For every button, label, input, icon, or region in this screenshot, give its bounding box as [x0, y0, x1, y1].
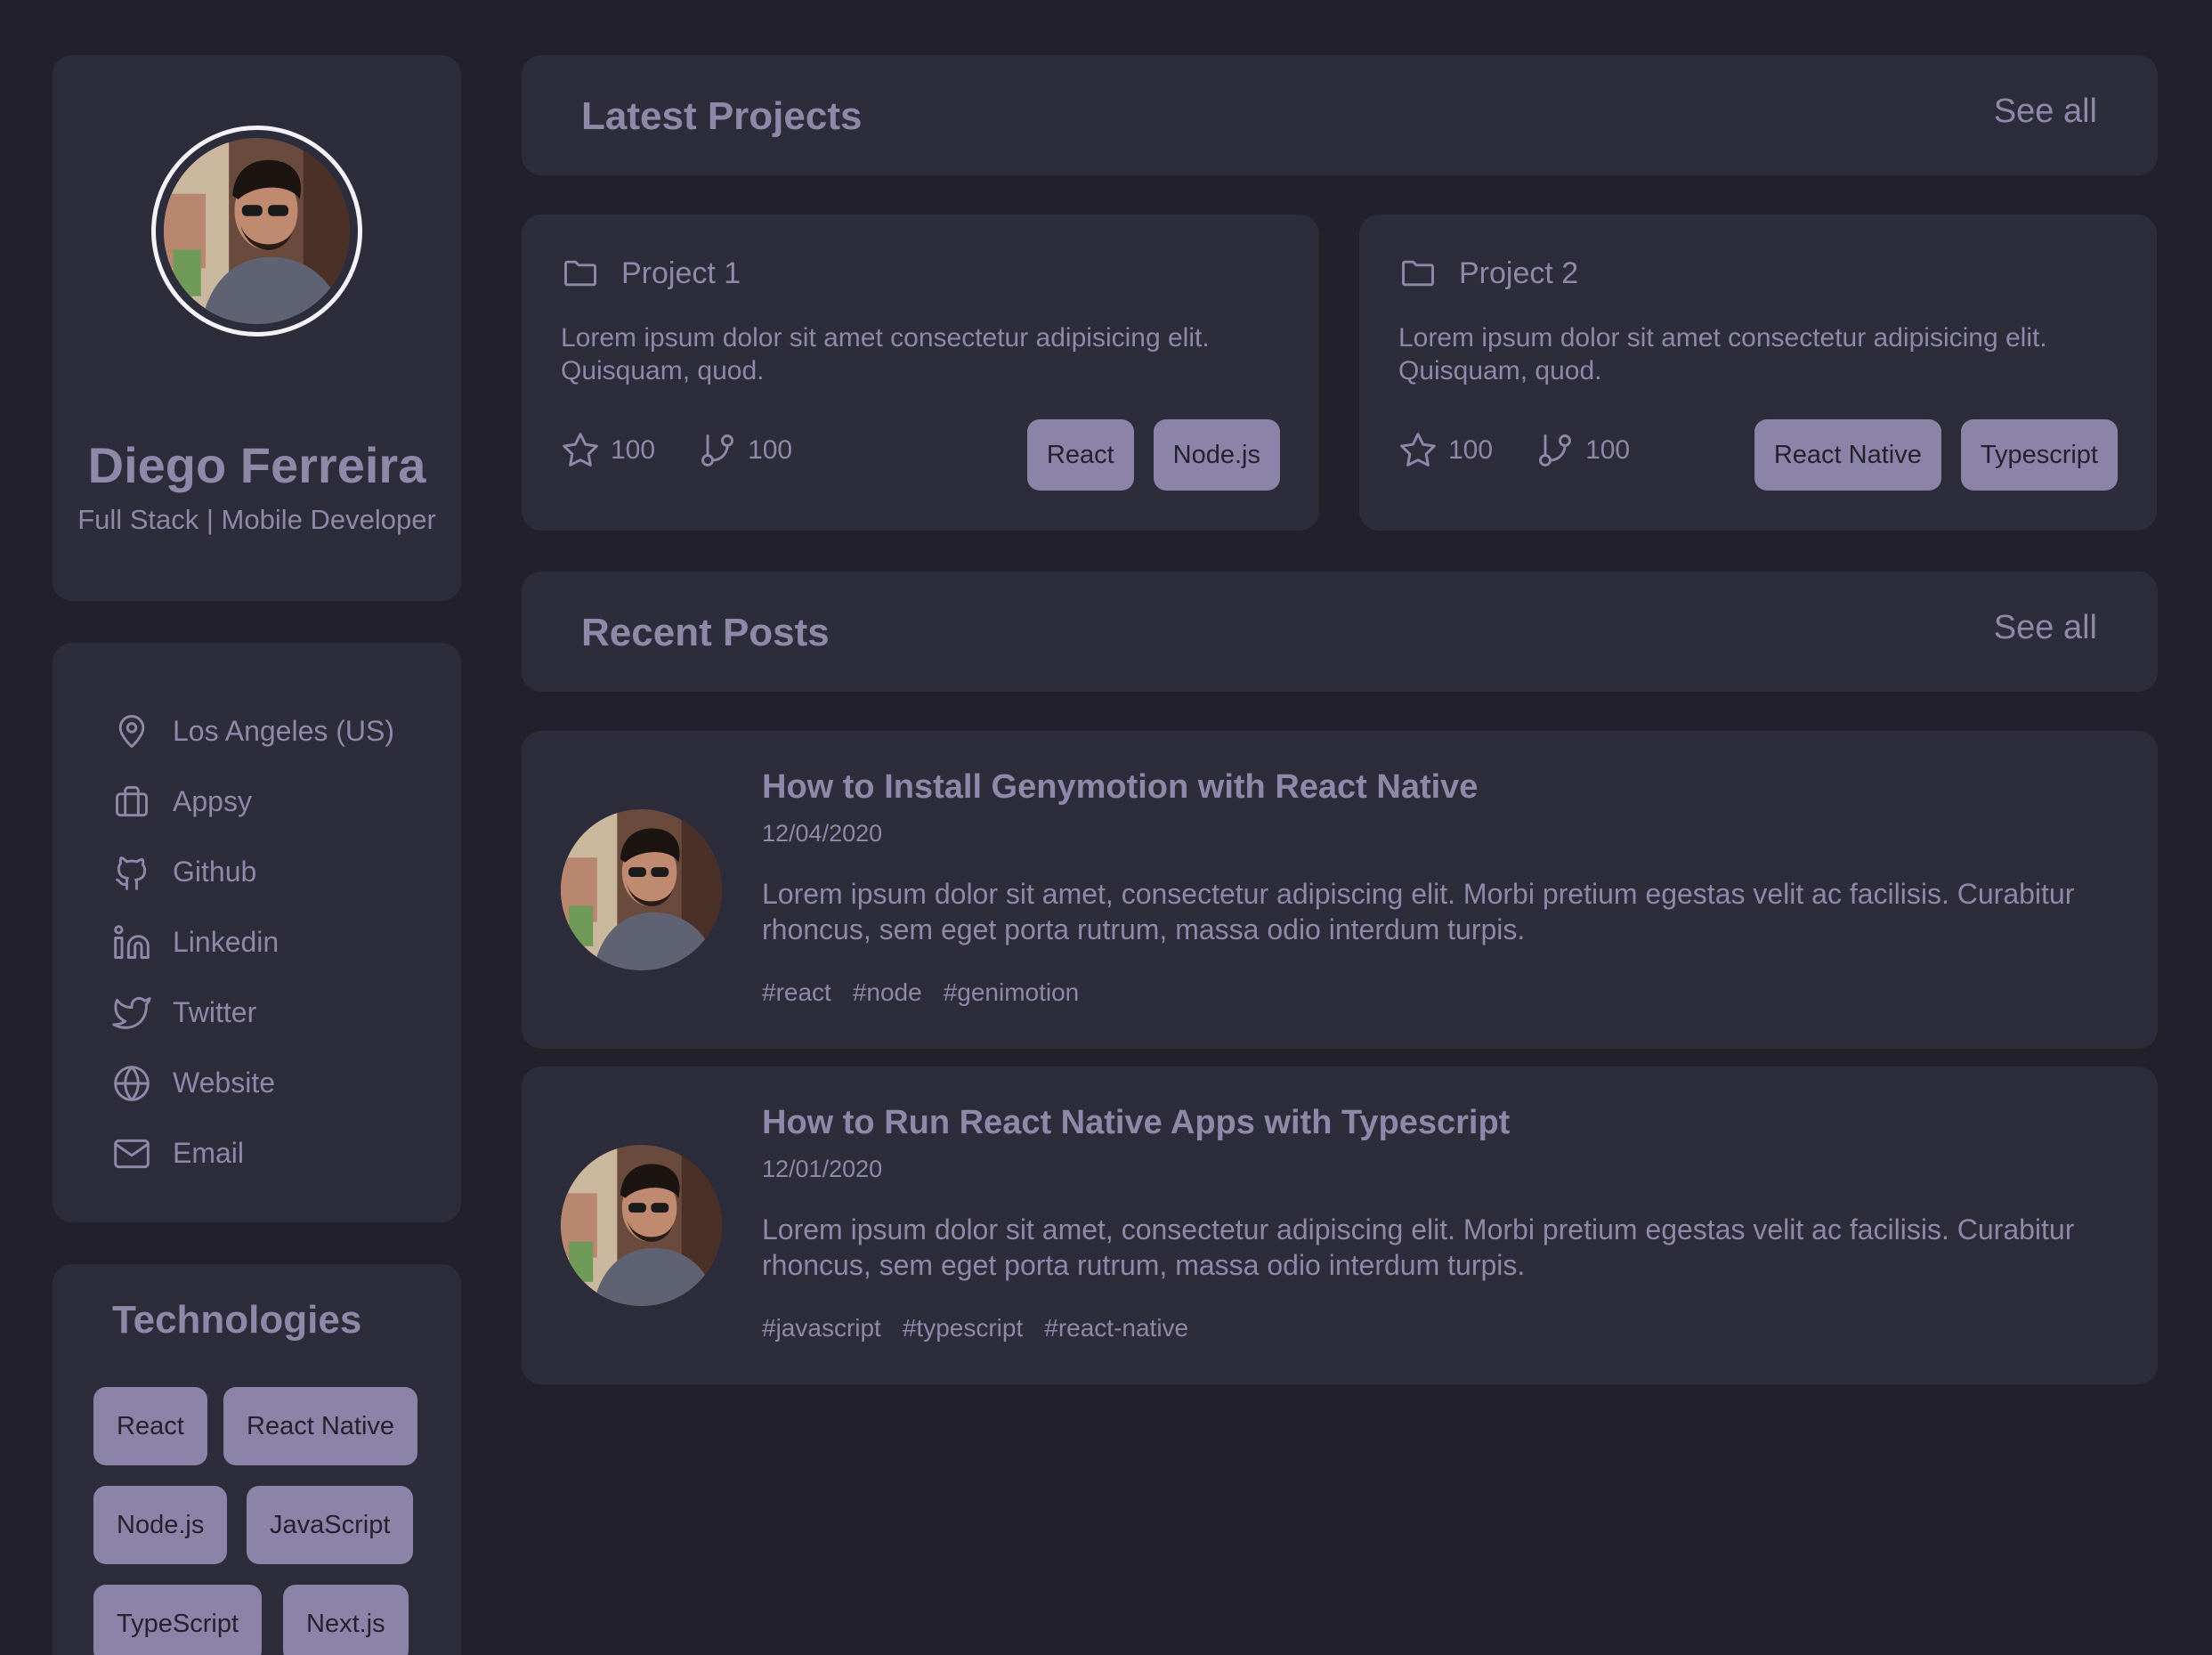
project-stats: 100 100 — [1398, 431, 1673, 470]
project-forks: 100 — [698, 431, 792, 470]
post-hashtag[interactable]: #genimotion — [944, 978, 1080, 1007]
project-description: Lorem ipsum dolor sit amet consectetur a… — [561, 323, 1210, 385]
info-location-label: Los Angeles (US) — [173, 715, 395, 747]
tech-tag-nextjs[interactable]: Next.js — [283, 1585, 409, 1655]
project-header: Project 1 — [561, 254, 741, 293]
folder-icon — [564, 260, 596, 287]
project-tag[interactable]: Typescript — [1960, 419, 2118, 491]
info-linkedin[interactable]: Linkedin — [112, 907, 394, 978]
tech-tag-typescript[interactable]: TypeScript — [93, 1585, 262, 1655]
post-title[interactable]: How to Run React Native Apps with Typesc… — [762, 1104, 1510, 1142]
project-tags: React Node.js — [1008, 419, 1280, 491]
info-website[interactable]: Website — [112, 1048, 394, 1118]
tech-tag-nodejs[interactable]: Node.js — [93, 1486, 228, 1564]
project-stats: 100 100 — [561, 431, 835, 470]
technologies-card: Technologies React React Native Node.js … — [53, 1264, 461, 1655]
info-github[interactable]: Github — [112, 837, 394, 907]
project-stars-count: 100 — [1448, 435, 1494, 465]
posts-see-all-link[interactable]: See all — [1994, 609, 2097, 647]
project-header: Project 2 — [1398, 254, 1578, 293]
project-tag[interactable]: Node.js — [1153, 419, 1280, 491]
profile-role: Full Stack | Mobile Developer — [77, 504, 436, 535]
projects-header: Latest Projects See all — [522, 55, 2158, 175]
project-description: Lorem ipsum dolor sit amet consectetur a… — [1398, 323, 2047, 385]
project-forks-count: 100 — [748, 435, 793, 465]
git-branch-icon — [701, 434, 734, 466]
posts-header: Recent Posts See all — [522, 572, 2158, 692]
post-date: 12/04/2020 — [762, 820, 883, 847]
author-photo — [561, 1145, 722, 1306]
twitter-icon — [112, 996, 151, 1029]
profile-avatar — [151, 126, 362, 337]
post-excerpt: Lorem ipsum dolor sit amet, consectetur … — [762, 878, 2075, 945]
post-title[interactable]: How to Install Genymotion with React Nat… — [762, 768, 1478, 807]
info-list: Los Angeles (US) Appsy Github Linkedin T… — [112, 696, 394, 1189]
project-card[interactable]: Project 2 Lorem ipsum dolor sit amet con… — [1359, 215, 2157, 531]
technologies-title: Technologies — [112, 1298, 362, 1342]
info-website-label: Website — [173, 1067, 276, 1099]
info-twitter[interactable]: Twitter — [112, 978, 394, 1048]
info-location: Los Angeles (US) — [112, 696, 394, 767]
info-card: Los Angeles (US) Appsy Github Linkedin T… — [53, 643, 461, 1222]
project-forks: 100 — [1535, 431, 1630, 470]
post-hashtag[interactable]: #node — [853, 978, 922, 1007]
tech-tag-react[interactable]: React — [93, 1387, 207, 1465]
info-github-label: Github — [173, 856, 257, 888]
author-photo — [561, 809, 722, 970]
project-stars: 100 — [561, 431, 655, 470]
info-email[interactable]: Email — [112, 1118, 394, 1189]
post-hashtag[interactable]: #javascript — [762, 1314, 881, 1343]
map-pin-icon — [118, 714, 145, 748]
post-tags: #react #node #genimotion — [762, 978, 1100, 1007]
post-card[interactable]: How to Install Genymotion with React Nat… — [522, 731, 2158, 1049]
profile-name: Diego Ferreira — [87, 437, 426, 493]
project-stars-count: 100 — [611, 435, 656, 465]
project-forks-count: 100 — [1585, 435, 1631, 465]
project-name: Project 2 — [1459, 256, 1579, 290]
projects-title: Latest Projects — [581, 94, 863, 138]
project-tags: React Native Typescript — [1735, 419, 2118, 491]
post-card[interactable]: How to Run React Native Apps with Typesc… — [522, 1067, 2158, 1384]
post-hashtag[interactable]: #react — [762, 978, 831, 1007]
tech-tag-react-native[interactable]: React Native — [223, 1387, 418, 1465]
globe-icon — [114, 1065, 150, 1101]
project-name: Project 1 — [621, 256, 741, 290]
project-card[interactable]: Project 1 Lorem ipsum dolor sit amet con… — [522, 215, 1319, 531]
info-email-label: Email — [173, 1137, 245, 1169]
info-linkedin-label: Linkedin — [173, 926, 280, 958]
info-company: Appsy — [112, 767, 394, 837]
post-author-avatar — [561, 1145, 722, 1306]
post-author-avatar — [561, 809, 722, 970]
project-tag[interactable]: React — [1026, 419, 1134, 491]
info-company-label: Appsy — [173, 785, 252, 817]
post-hashtag[interactable]: #typescript — [903, 1314, 1023, 1343]
git-branch-icon — [1539, 434, 1572, 466]
dashboard-page: Diego Ferreira Full Stack | Mobile Devel… — [0, 0, 2212, 1655]
star-icon — [1400, 433, 1436, 466]
project-tag[interactable]: React Native — [1754, 419, 1941, 491]
post-hashtag[interactable]: #react-native — [1044, 1314, 1188, 1343]
projects-see-all-link[interactable]: See all — [1994, 93, 2097, 131]
star-icon — [563, 433, 598, 466]
profile-card: Diego Ferreira Full Stack | Mobile Devel… — [53, 55, 461, 601]
tech-tag-javascript[interactable]: JavaScript — [247, 1486, 414, 1564]
post-excerpt: Lorem ipsum dolor sit amet, consectetur … — [762, 1213, 2075, 1281]
linkedin-icon — [114, 924, 150, 959]
posts-title: Recent Posts — [581, 611, 830, 654]
folder-icon — [1402, 260, 1434, 287]
mail-icon — [114, 1139, 150, 1168]
post-tags: #javascript #typescript #react-native — [762, 1314, 1210, 1343]
briefcase-icon — [116, 785, 148, 816]
info-twitter-label: Twitter — [173, 996, 257, 1028]
github-icon — [116, 856, 147, 890]
profile-photo — [164, 138, 350, 324]
post-date: 12/01/2020 — [762, 1156, 883, 1182]
project-stars: 100 — [1398, 431, 1493, 470]
